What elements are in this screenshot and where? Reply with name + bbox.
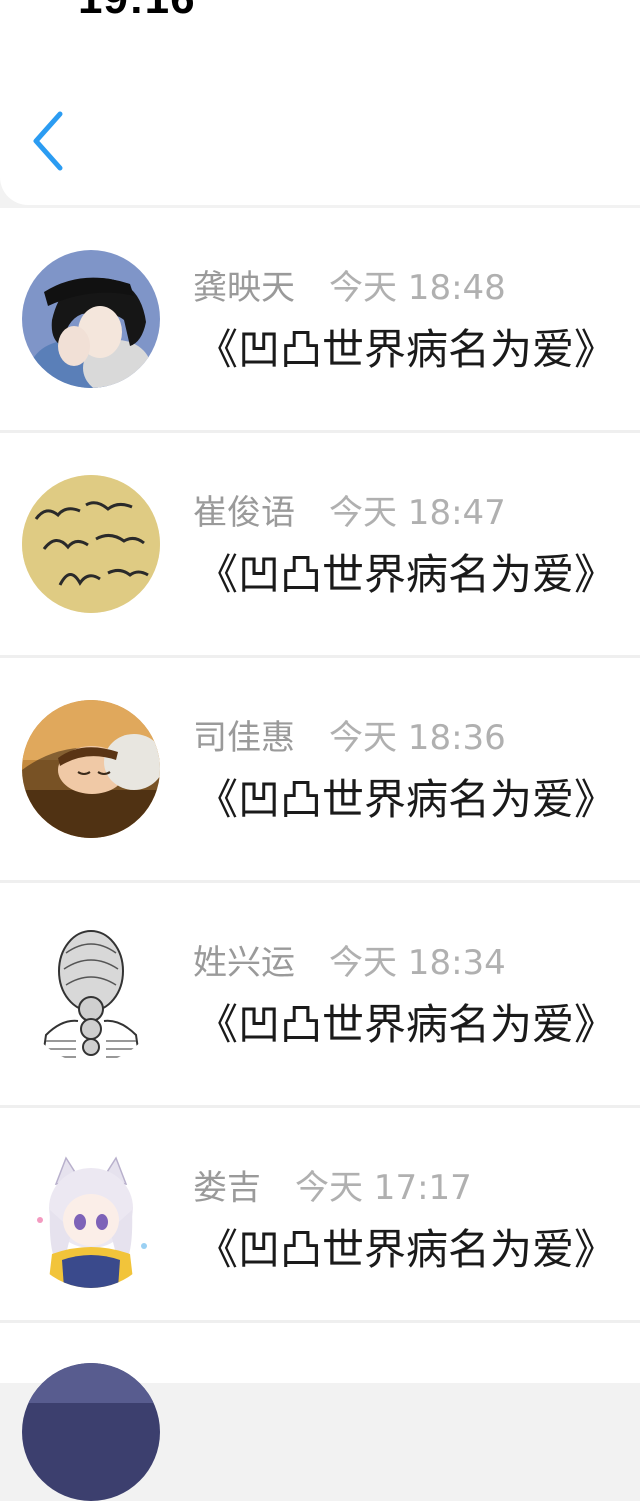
message-preview: 《凹凸世界病名为爱》 [196, 775, 617, 824]
conversation-row[interactable]: 龚映天 今天 18:48 《凹凸世界病名为爱》 [0, 208, 640, 430]
conversation-row[interactable]: 崔俊语 今天 18:47 《凹凸世界病名为爱》 [0, 433, 640, 655]
conversation-meta: 崔俊语 今天 18:47 [193, 485, 506, 534]
sender-name: 龚映天 [193, 268, 295, 308]
conversation-meta: 姓兴运 今天 18:34 [193, 935, 506, 984]
couple-anime-avatar[interactable] [22, 250, 160, 388]
message-preview: 《凹凸世界病名为爱》 [196, 550, 617, 599]
conversation-list: 龚映天 今天 18:48 《凹凸世界病名为爱》 崔俊语 今天 18:47 《凹凸世界… [0, 208, 640, 1501]
message-preview: 《凹凸世界病名为爱》 [196, 325, 617, 374]
conversation-meta: 娄吉 今天 17:17 [193, 1160, 472, 1209]
status-bar: 19:16 [0, 0, 640, 40]
message-time: 今天 18:47 [329, 493, 506, 533]
back-button[interactable] [22, 108, 78, 174]
braid-sketch-avatar[interactable] [22, 925, 160, 1063]
conversation-meta: 龚映天 今天 18:48 [193, 260, 506, 309]
sender-name: 娄吉 [193, 1168, 261, 1208]
status-time: 19:16 [78, 0, 196, 24]
message-time: 今天 18:34 [329, 943, 506, 983]
conversation-row[interactable] [0, 1323, 640, 1501]
sender-name: 崔俊语 [193, 493, 295, 533]
message-time: 今天 18:36 [329, 718, 506, 758]
sender-name: 姓兴运 [193, 943, 295, 983]
conversation-row[interactable]: 姓兴运 今天 18:34 《凹凸世界病名为爱》 [0, 883, 640, 1105]
conversation-row[interactable]: 娄吉 今天 17:17 《凹凸世界病名为爱》 [0, 1108, 640, 1330]
conversation-meta: 司佳惠 今天 18:36 [193, 710, 506, 759]
handwriting-avatar[interactable] [22, 475, 160, 613]
message-time: 今天 18:48 [329, 268, 506, 308]
chevron-left-icon [33, 111, 63, 171]
conversation-row[interactable]: 司佳惠 今天 18:36 《凹凸世界病名为爱》 [0, 658, 640, 880]
message-preview: 《凹凸世界病名为爱》 [196, 1225, 617, 1274]
avatar[interactable] [22, 1363, 160, 1501]
message-preview: 《凹凸世界病名为爱》 [196, 1000, 617, 1049]
anime-catgirl-avatar[interactable] [22, 1150, 160, 1288]
sleeping-girl-avatar[interactable] [22, 700, 160, 838]
sender-name: 司佳惠 [193, 718, 295, 758]
message-time: 今天 17:17 [295, 1168, 472, 1208]
